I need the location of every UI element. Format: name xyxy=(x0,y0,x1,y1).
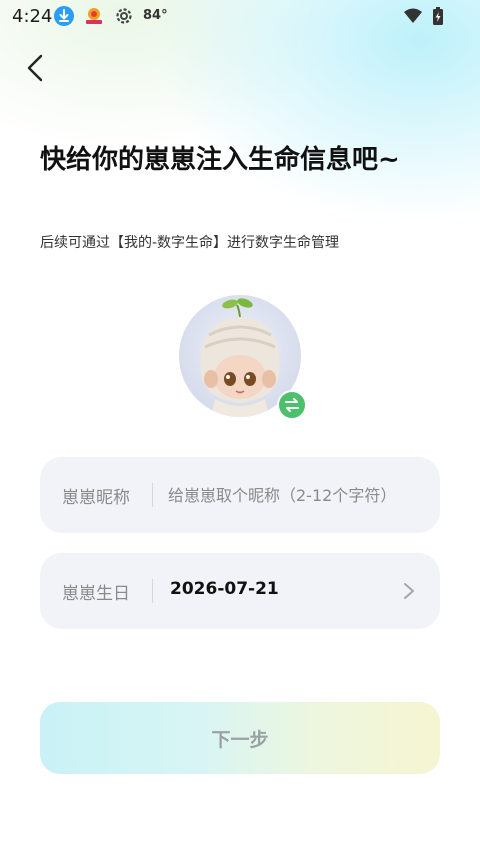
chevron-right-icon xyxy=(404,583,414,599)
download-icon xyxy=(54,6,74,26)
status-time: 4:24 xyxy=(12,6,53,27)
field-divider xyxy=(152,579,153,603)
screen: 4:24 84° 快给你的崽崽注入生命信息吧~ 后续可通过【我的-数字生命】进行… xyxy=(0,0,480,854)
birthday-field[interactable]: 崽崽生日 2026-07-21 xyxy=(40,553,440,629)
status-bar: 4:24 84° xyxy=(0,0,480,32)
chevron-left-icon xyxy=(27,54,43,82)
swap-avatar-button[interactable] xyxy=(277,390,307,420)
birthday-label: 崽崽生日 xyxy=(62,584,130,604)
wifi-icon xyxy=(403,6,423,26)
swap-arrows-icon xyxy=(285,398,299,412)
nickname-label: 崽崽昵称 xyxy=(62,488,130,508)
status-temperature: 84° xyxy=(143,8,168,23)
app-notification-icon xyxy=(84,6,104,26)
next-step-button[interactable]: 下一步 xyxy=(40,702,440,774)
field-divider xyxy=(152,483,153,507)
birthday-value: 2026-07-21 xyxy=(170,579,279,599)
page-title: 快给你的崽崽注入生命信息吧~ xyxy=(40,145,400,175)
back-button[interactable] xyxy=(18,50,54,86)
page-subtitle: 后续可通过【我的-数字生命】进行数字生命管理 xyxy=(40,235,340,251)
nickname-input[interactable] xyxy=(168,477,428,513)
nickname-field[interactable]: 崽崽昵称 xyxy=(40,457,440,533)
battery-charging-icon xyxy=(428,6,448,26)
settings-gear-icon xyxy=(114,6,134,26)
